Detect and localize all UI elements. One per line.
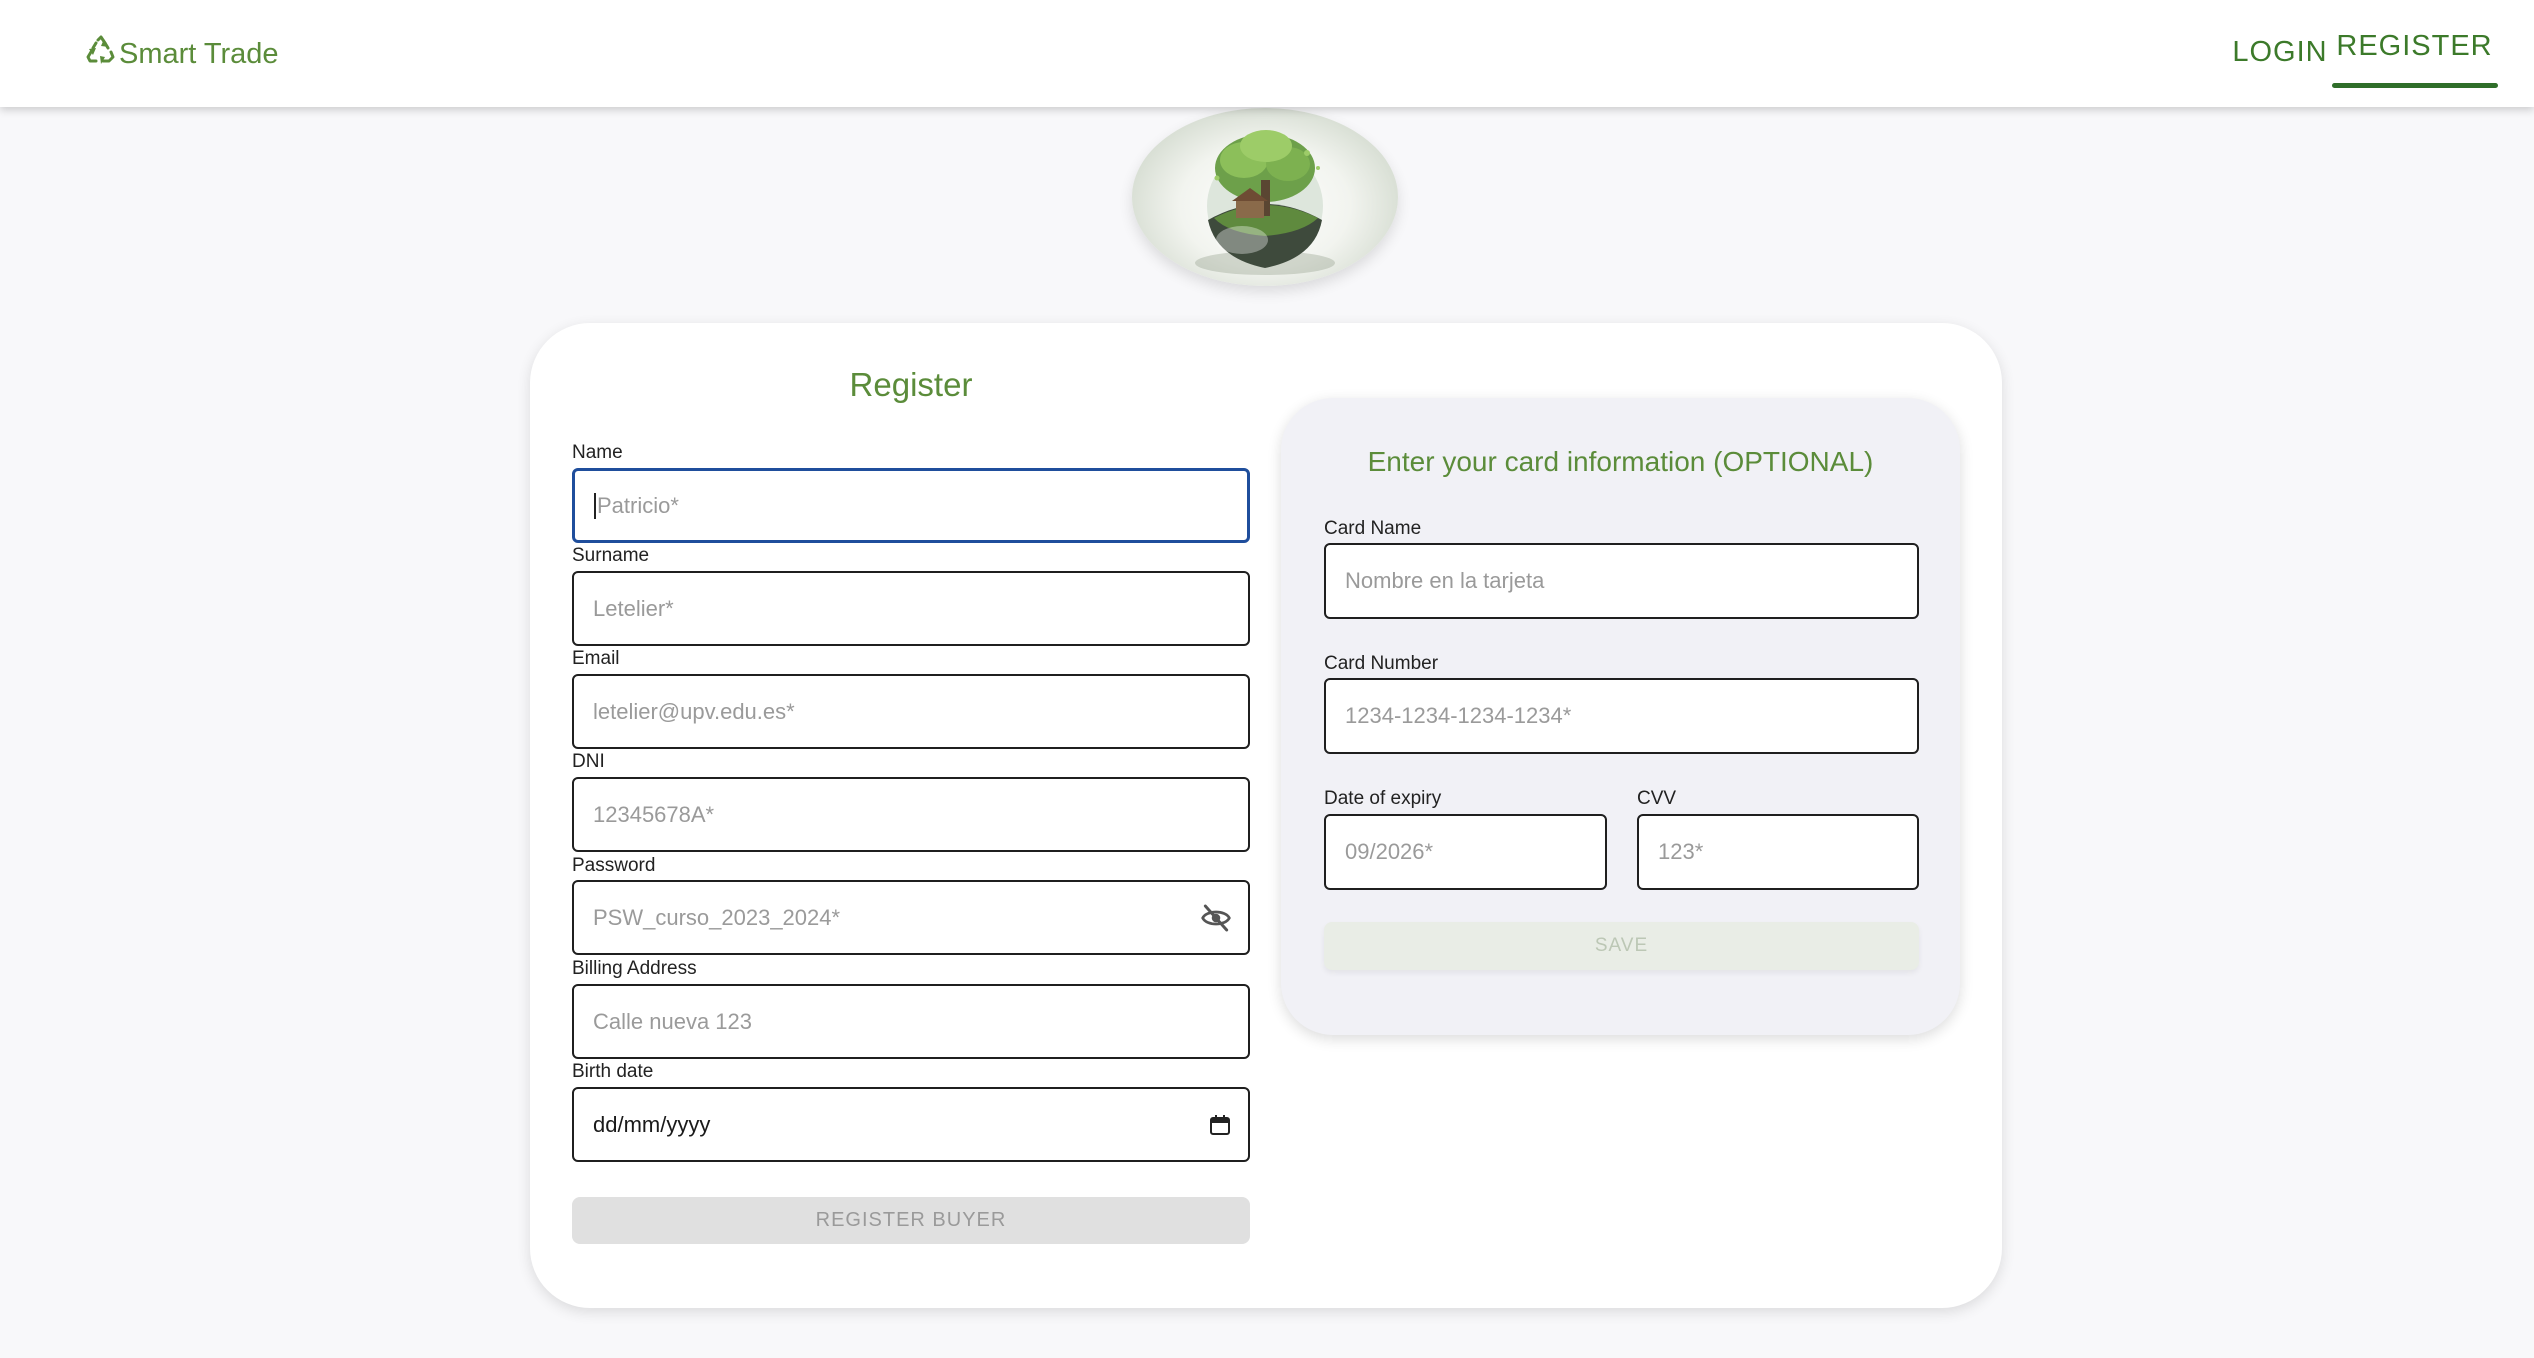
billing-address-placeholder: Calle nueva 123 — [593, 1008, 753, 1034]
earth-globe-tree-icon — [1195, 130, 1335, 275]
card-name-field[interactable]: Nombre en la tarjeta — [1324, 543, 1919, 619]
text-caret — [594, 492, 596, 519]
recycle-icon — [85, 34, 117, 74]
surname-label: Surname — [572, 545, 650, 566]
cvv-placeholder: 123* — [1658, 839, 1704, 864]
email-label: Email — [572, 648, 620, 669]
password-field[interactable]: PSW_curso_2023_2024* — [572, 880, 1250, 955]
card-number-placeholder: 1234-1234-1234-1234* — [1345, 703, 1572, 728]
save-card-button[interactable]: SAVE — [1324, 922, 1919, 970]
brand[interactable]: Smart Trade — [85, 32, 279, 76]
birth-date-value: dd/mm/yyyy — [593, 1111, 711, 1137]
card-info-title: Enter your card information (OPTIONAL) — [1367, 446, 1874, 477]
app-logo — [1132, 108, 1398, 286]
eye-off-icon[interactable] — [1200, 902, 1232, 934]
nav-register-link[interactable]: REGISTER — [2332, 24, 2497, 68]
cvv-label: CVV — [1637, 788, 1677, 809]
card-number-label: Card Number — [1324, 653, 1439, 674]
card-name-placeholder: Nombre en la tarjeta — [1345, 568, 1545, 593]
active-nav-indicator — [2332, 83, 2498, 88]
brand-name: Smart Trade — [119, 37, 279, 70]
birth-date-label: Birth date — [572, 1061, 654, 1082]
expiry-placeholder: 09/2026* — [1345, 839, 1434, 864]
billing-address-field[interactable]: Calle nueva 123 — [572, 984, 1250, 1059]
password-label: Password — [572, 855, 656, 876]
dni-field[interactable]: 12345678A* — [572, 777, 1250, 852]
card-name-label: Card Name — [1324, 518, 1422, 539]
top-app-bar: Smart Trade LOGIN REGISTER — [0, 0, 2534, 107]
name-field[interactable]: Patricio* — [572, 468, 1250, 543]
expiry-label: Date of expiry — [1324, 788, 1442, 809]
dni-placeholder: 12345678A* — [593, 801, 715, 827]
surname-field[interactable]: Letelier* — [572, 571, 1250, 646]
birth-date-field[interactable]: dd/mm/yyyy — [572, 1087, 1250, 1162]
email-placeholder: letelier@upv.edu.es* — [593, 698, 795, 724]
email-field[interactable]: letelier@upv.edu.es* — [572, 674, 1250, 749]
name-label: Name — [572, 442, 623, 463]
expiry-field[interactable]: 09/2026* — [1324, 814, 1607, 890]
billing-address-label: Billing Address — [572, 958, 697, 979]
card-number-field[interactable]: 1234-1234-1234-1234* — [1324, 678, 1919, 754]
register-title: Register — [849, 366, 973, 403]
register-buyer-button[interactable]: REGISTER BUYER — [572, 1197, 1250, 1244]
name-placeholder: Patricio* — [597, 492, 679, 518]
cvv-field[interactable]: 123* — [1637, 814, 1919, 890]
dni-label: DNI — [572, 751, 605, 772]
calendar-icon[interactable] — [1208, 1113, 1232, 1137]
surname-placeholder: Letelier* — [593, 595, 674, 621]
password-placeholder: PSW_curso_2023_2024* — [593, 904, 841, 930]
